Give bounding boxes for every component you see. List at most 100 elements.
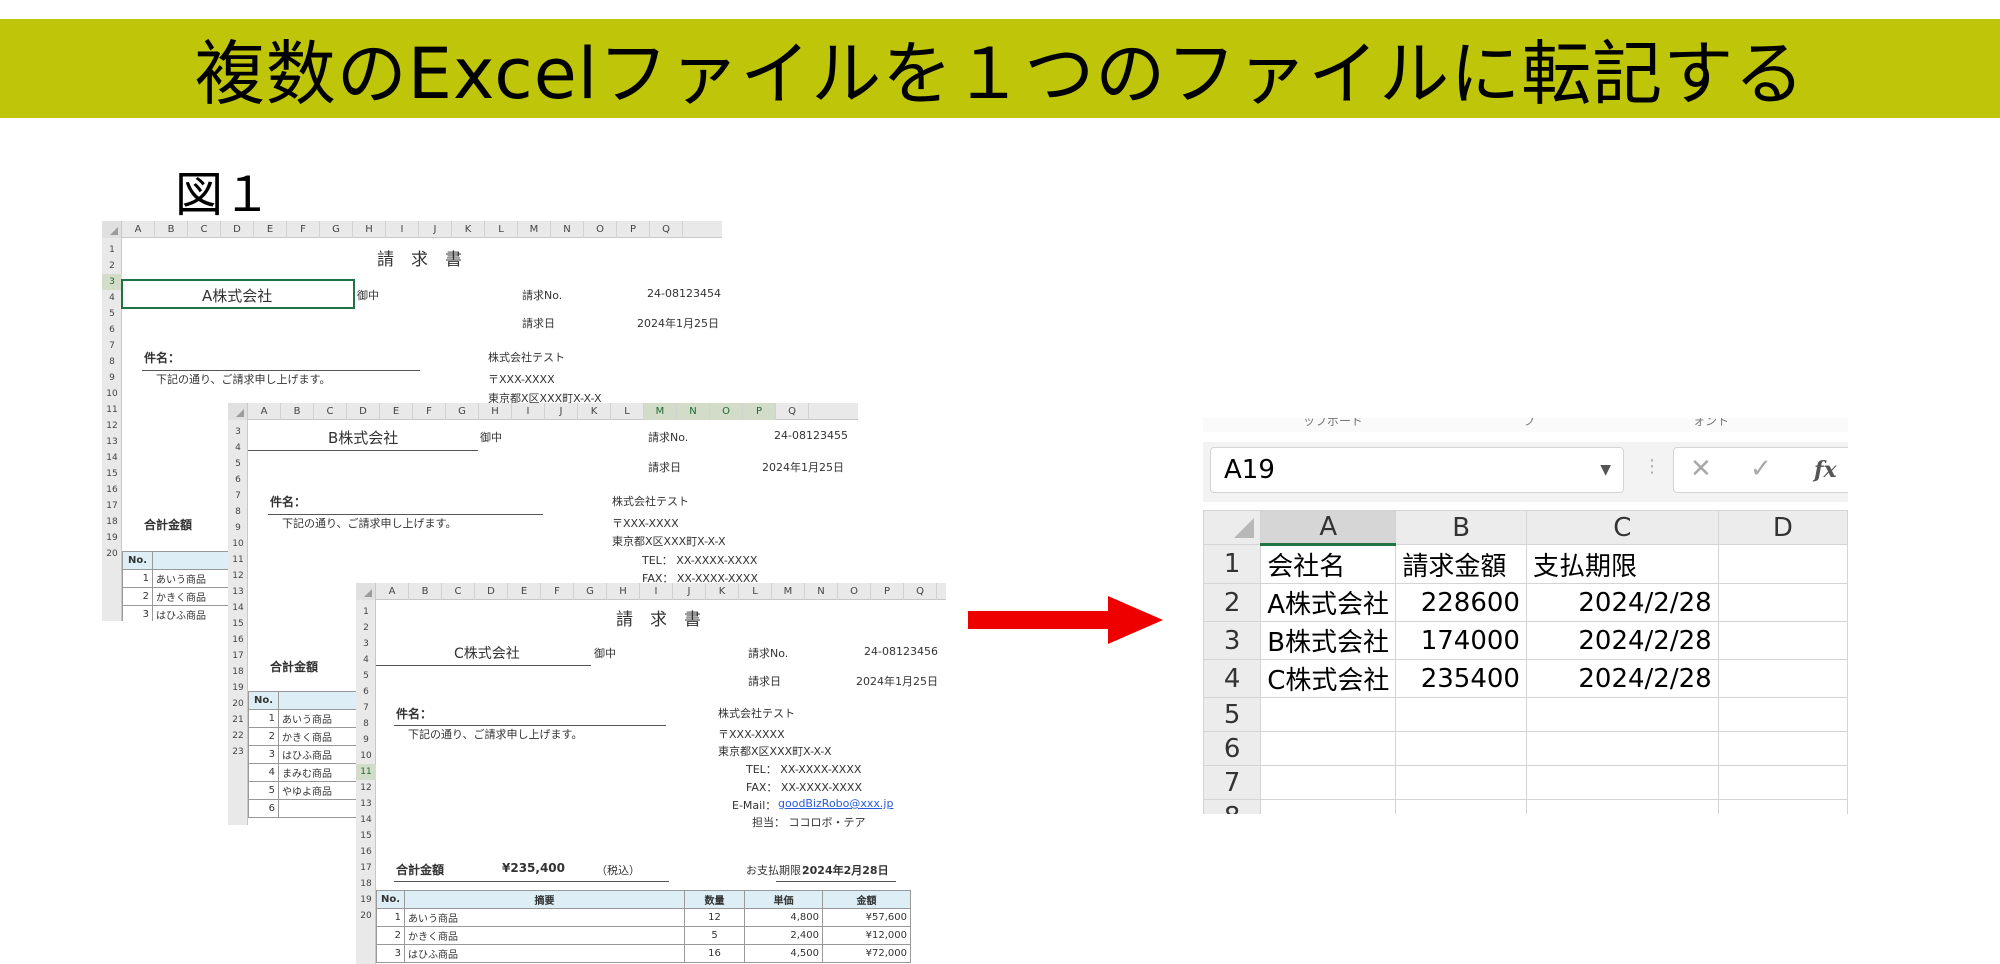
cell[interactable]: 2024/2/28	[1525, 621, 1719, 660]
column-header-m[interactable]: M	[644, 403, 677, 420]
cell[interactable]	[1395, 799, 1527, 814]
column-header-n[interactable]: N	[805, 583, 838, 600]
row-header[interactable]: 6	[1203, 731, 1262, 766]
cell[interactable]	[1395, 697, 1527, 732]
column-header-h[interactable]: H	[353, 221, 386, 238]
column-header-b[interactable]: B	[409, 583, 442, 600]
row-header[interactable]: 2	[1203, 583, 1262, 622]
row-header-10[interactable]: 10	[228, 536, 248, 552]
row-header-6[interactable]: 6	[356, 684, 376, 700]
column-header-q[interactable]: Q	[904, 583, 937, 600]
cell[interactable]: 2024/2/28	[1525, 583, 1719, 622]
cell[interactable]	[1525, 731, 1719, 766]
cell[interactable]: 235400	[1395, 659, 1527, 698]
column-header-k[interactable]: K	[706, 583, 739, 600]
cell[interactable]	[1717, 799, 1848, 814]
cell[interactable]	[1260, 765, 1397, 800]
row-header-14[interactable]: 14	[228, 600, 248, 616]
more-options-icon[interactable]: ⋮	[1643, 456, 1661, 477]
cell[interactable]: 請求金額	[1395, 544, 1527, 584]
row-header-8[interactable]: 8	[356, 716, 376, 732]
column-header-d[interactable]: D	[475, 583, 508, 600]
row-header-13[interactable]: 13	[356, 796, 376, 812]
row-header[interactable]: 7	[1203, 765, 1262, 800]
row-header-17[interactable]: 17	[102, 498, 122, 514]
row-header-19[interactable]: 19	[228, 680, 248, 696]
row-header-8[interactable]: 8	[102, 354, 122, 370]
column-header-j[interactable]: J	[419, 221, 452, 238]
column-header-e[interactable]: E	[254, 221, 287, 238]
row-header-9[interactable]: 9	[356, 732, 376, 748]
column-header-i[interactable]: I	[640, 583, 673, 600]
row-header-9[interactable]: 9	[102, 370, 122, 386]
select-all-corner[interactable]	[1203, 510, 1262, 545]
row-header-20[interactable]: 20	[228, 696, 248, 712]
cell[interactable]: 支払期限	[1525, 544, 1719, 584]
row-header-21[interactable]: 21	[228, 712, 248, 728]
column-header-a[interactable]: A	[122, 221, 155, 238]
row-header-13[interactable]: 13	[228, 584, 248, 600]
column-header-l[interactable]: L	[611, 403, 644, 420]
column-header-o[interactable]: O	[838, 583, 871, 600]
column-header-m[interactable]: M	[518, 221, 551, 238]
row-header-7[interactable]: 7	[228, 488, 248, 504]
column-header-l[interactable]: L	[485, 221, 518, 238]
cell[interactable]: 228600	[1395, 583, 1527, 622]
column-header-j[interactable]: J	[545, 403, 578, 420]
select-all-corner[interactable]	[356, 583, 376, 600]
row-header-11[interactable]: 11	[356, 764, 376, 780]
email-link[interactable]: goodBizRobo@xxx.jp	[778, 797, 893, 810]
column-header-d[interactable]: D	[221, 221, 254, 238]
column-header-c[interactable]: C	[1525, 510, 1719, 545]
cell[interactable]: 会社名	[1260, 544, 1397, 584]
name-box[interactable]: A19 ▼	[1210, 447, 1624, 493]
cell[interactable]	[1525, 765, 1719, 800]
cell[interactable]	[1717, 731, 1848, 766]
row-header-17[interactable]: 17	[356, 860, 376, 876]
row-header-10[interactable]: 10	[356, 748, 376, 764]
column-header-o[interactable]: O	[584, 221, 617, 238]
row-header-3[interactable]: 3	[228, 424, 248, 440]
column-header-h[interactable]: H	[479, 403, 512, 420]
row-header-16[interactable]: 16	[356, 844, 376, 860]
cell[interactable]	[1525, 697, 1719, 732]
row-header-23[interactable]: 23	[228, 744, 248, 760]
cell[interactable]	[1260, 799, 1397, 814]
row-header-15[interactable]: 15	[102, 466, 122, 482]
row-header-5[interactable]: 5	[356, 668, 376, 684]
column-header-e[interactable]: E	[380, 403, 413, 420]
row-header-5[interactable]: 5	[228, 456, 248, 472]
row-header-1[interactable]: 1	[102, 242, 122, 258]
column-header-f[interactable]: F	[413, 403, 446, 420]
row-header-2[interactable]: 2	[102, 258, 122, 274]
column-header-i[interactable]: I	[386, 221, 419, 238]
column-header-g[interactable]: G	[446, 403, 479, 420]
column-header-q[interactable]: Q	[776, 403, 809, 420]
row-header-20[interactable]: 20	[356, 908, 376, 924]
column-header-m[interactable]: M	[772, 583, 805, 600]
row-header-12[interactable]: 12	[102, 418, 122, 434]
column-header-p[interactable]: P	[743, 403, 776, 420]
column-header-a[interactable]: A	[376, 583, 409, 600]
cell[interactable]	[1717, 659, 1848, 698]
row-header-10[interactable]: 10	[102, 386, 122, 402]
row-header-2[interactable]: 2	[356, 620, 376, 636]
select-all-corner[interactable]	[102, 221, 122, 238]
row-header-7[interactable]: 7	[356, 700, 376, 716]
cell[interactable]: B株式会社	[1260, 621, 1397, 660]
row-header-1[interactable]: 1	[356, 604, 376, 620]
cell[interactable]	[1717, 697, 1848, 732]
row-header-19[interactable]: 19	[356, 892, 376, 908]
row-header-18[interactable]: 18	[228, 664, 248, 680]
column-header-p[interactable]: P	[617, 221, 650, 238]
row-header-3[interactable]: 3	[102, 274, 122, 290]
column-header-k[interactable]: K	[578, 403, 611, 420]
insert-function-icon[interactable]: fx	[1814, 457, 1837, 483]
cell[interactable]: 2024/2/28	[1525, 659, 1719, 698]
row-header[interactable]: 1	[1203, 544, 1262, 584]
cell[interactable]	[1717, 583, 1848, 622]
row-header-12[interactable]: 12	[228, 568, 248, 584]
row-header-6[interactable]: 6	[102, 322, 122, 338]
row-header-14[interactable]: 14	[356, 812, 376, 828]
row-header[interactable]: 4	[1203, 659, 1262, 698]
